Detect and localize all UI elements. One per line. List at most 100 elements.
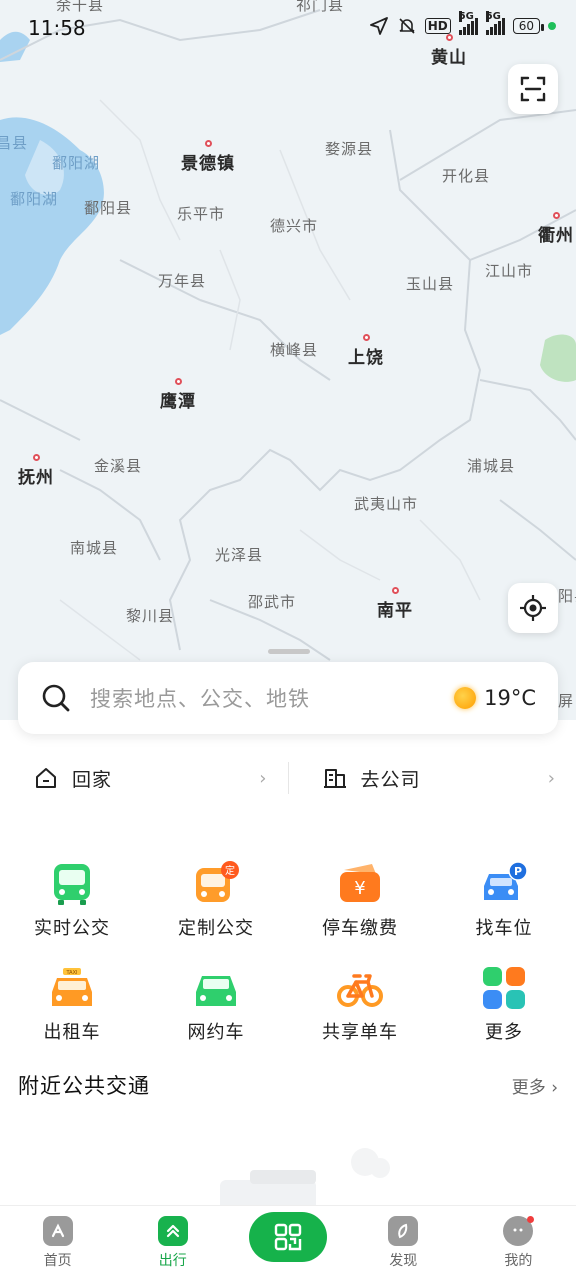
custom-bus-icon: 定 [192, 860, 240, 908]
ride-hailing-icon [192, 964, 240, 1012]
go-home-label: 回家 [72, 765, 259, 792]
temperature: 19°C [484, 686, 536, 710]
more-grid-icon [480, 964, 528, 1012]
taxi-icon: TAXI [48, 964, 96, 1012]
service-label: 实时公交 [34, 914, 110, 940]
travel-tab-icon [158, 1216, 188, 1246]
search-icon [40, 682, 72, 714]
locate-me-button[interactable] [508, 583, 558, 633]
service-label: 停车缴费 [322, 914, 398, 940]
scan-frame-button[interactable] [508, 64, 558, 114]
tab-travel[interactable]: 出行 [115, 1206, 230, 1281]
map-city[interactable]: 武夷山市 [354, 493, 418, 514]
map-city[interactable]: 横峰县 [270, 339, 318, 360]
svg-text:P: P [514, 865, 522, 878]
go-home-button[interactable]: 回家 › [0, 748, 288, 808]
map-view[interactable]: 鄱阳湖 鄱阳湖 昌县 景德镇 婺源县 黄山 开化县 衢州 鄱阳县 乐平市 德兴市… [0, 0, 576, 720]
map-city[interactable]: 金溪县 [94, 455, 142, 476]
map-city[interactable]: 黎川县 [126, 605, 174, 626]
scan-frame-icon [519, 75, 547, 103]
map-city[interactable]: 鄱阳县 [84, 197, 132, 218]
shared-bike-button[interactable]: 共享单车 [288, 964, 432, 1044]
find-parking-icon: P [480, 860, 528, 908]
svg-text:TAXI: TAXI [66, 970, 78, 976]
service-label: 更多 [485, 1018, 523, 1044]
qr-scan-button[interactable] [249, 1212, 327, 1262]
chevron-right-icon: › [259, 768, 267, 789]
map-city[interactable]: 万年县 [158, 270, 206, 291]
ride-hailing-button[interactable]: 网约车 [144, 964, 288, 1044]
go-work-button[interactable]: 去公司 › [289, 748, 576, 808]
map-city[interactable]: 浦城县 [467, 455, 515, 476]
qr-code-icon [273, 1222, 303, 1252]
discover-tab-icon [388, 1216, 418, 1246]
weather-widget[interactable]: 19°C [454, 686, 536, 710]
map-city[interactable]: 鹰潭 [160, 378, 196, 412]
tab-label: 首页 [44, 1250, 72, 1270]
home-tab-icon [43, 1216, 73, 1246]
map-city[interactable]: 衢州 [538, 212, 574, 246]
tab-home[interactable]: 首页 [0, 1206, 115, 1281]
tab-profile[interactable]: 我的 [461, 1206, 576, 1281]
tab-label: 发现 [389, 1250, 417, 1270]
map-city[interactable]: 江山市 [485, 260, 533, 281]
search-bar[interactable]: 搜索地点、公交、地铁 19°C [18, 662, 558, 734]
map-city[interactable]: 乐平市 [177, 203, 225, 224]
battery-icon: 60 [513, 18, 540, 34]
parking-payment-button[interactable]: ¥ 停车缴费 [288, 860, 432, 940]
tab-discover[interactable]: 发现 [346, 1206, 461, 1281]
map-city[interactable]: 玉山县 [406, 273, 454, 294]
map-city[interactable]: 德兴市 [270, 215, 318, 236]
home-icon [34, 766, 58, 790]
service-grid: 实时公交 定 定制公交 ¥ 停车缴费 P 找车位 [0, 860, 576, 1044]
service-label: 共享单车 [322, 1018, 398, 1044]
map-city[interactable]: 屏 [558, 690, 574, 711]
map-city[interactable]: 上饶 [348, 334, 384, 368]
map-city[interactable]: 南城县 [70, 537, 118, 558]
nearby-more-link[interactable]: 更多 › [512, 1073, 558, 1098]
map-city[interactable]: 开化县 [442, 165, 490, 186]
signal-icon: 5G [486, 17, 505, 35]
map-city[interactable]: 邵武市 [248, 591, 296, 612]
nearby-transit-header: 附近公共交通 更多 › [18, 1070, 558, 1100]
sheet-drag-handle[interactable] [268, 649, 310, 654]
bus-icon [48, 860, 96, 908]
service-label: 出租车 [44, 1018, 101, 1044]
water-label: 鄱阳湖 [52, 152, 100, 173]
service-label: 定制公交 [178, 914, 254, 940]
chevron-right-icon: › [548, 768, 556, 789]
water-label: 鄱阳湖 [10, 188, 58, 209]
search-input[interactable]: 搜索地点、公交、地铁 [90, 683, 454, 713]
map-base [0, 0, 576, 720]
svg-text:定: 定 [225, 864, 235, 877]
map-city[interactable]: 景德镇 [181, 140, 235, 174]
bike-icon [336, 964, 384, 1012]
notification-dot [527, 1216, 534, 1223]
locate-icon [519, 594, 547, 622]
signal-icon: 5G [459, 17, 478, 35]
tab-label: 我的 [504, 1250, 532, 1270]
water-label: 昌县 [0, 132, 28, 153]
go-work-label: 去公司 [361, 765, 548, 792]
empty-state-illustration [180, 1140, 400, 1210]
tab-label: 出行 [159, 1250, 187, 1270]
bottom-nav: 首页 出行 发现 我的 [0, 1205, 576, 1281]
status-time: 11:58 [28, 16, 86, 40]
map-city[interactable]: 光泽县 [215, 544, 263, 565]
taxi-button[interactable]: TAXI 出租车 [0, 964, 144, 1044]
svg-text:¥: ¥ [354, 878, 365, 899]
service-label: 找车位 [476, 914, 533, 940]
map-city[interactable]: 抚州 [18, 454, 54, 488]
sun-icon [454, 687, 476, 709]
status-bar: 11:58 HD 5G 5G 60 [0, 0, 576, 56]
custom-bus-button[interactable]: 定 定制公交 [144, 860, 288, 940]
nearby-title: 附近公共交通 [18, 1070, 512, 1100]
realtime-bus-button[interactable]: 实时公交 [0, 860, 144, 940]
map-city[interactable]: 婺源县 [325, 138, 373, 159]
parking-pay-icon: ¥ [336, 860, 384, 908]
more-services-button[interactable]: 更多 [432, 964, 576, 1044]
hd-icon: HD [425, 18, 451, 34]
map-city[interactable]: 南平 [377, 587, 413, 621]
tab-scan-code[interactable] [230, 1206, 345, 1281]
find-parking-button[interactable]: P 找车位 [432, 860, 576, 940]
